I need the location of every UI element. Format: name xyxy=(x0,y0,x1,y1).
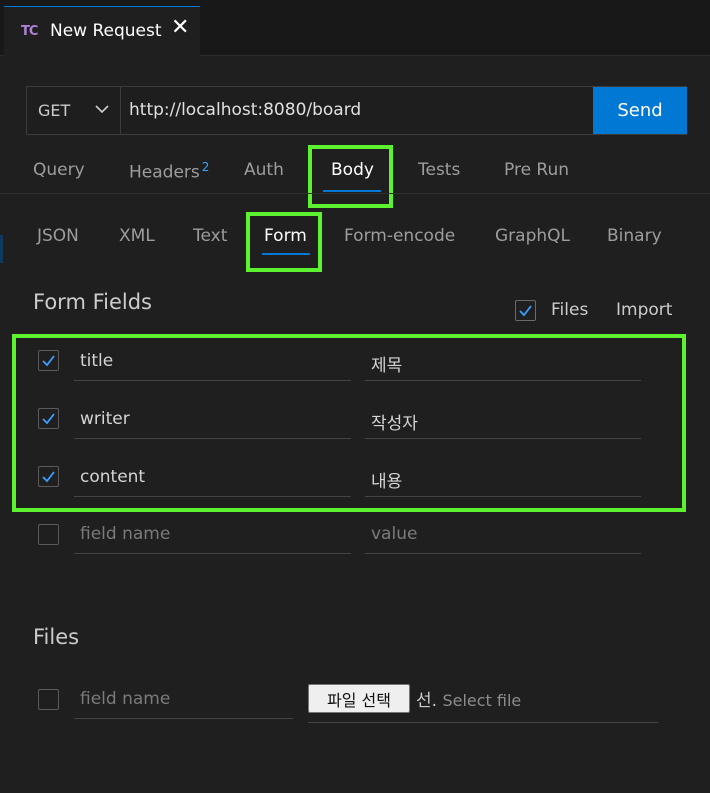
file-row-checkbox[interactable] xyxy=(38,689,59,710)
form-rows-highlight xyxy=(12,334,686,512)
editor-tab-bar: TC New Request ✕ xyxy=(0,0,710,57)
tab-query[interactable]: Query xyxy=(33,160,85,180)
body-tab-highlight xyxy=(308,145,393,208)
gutter-marker xyxy=(0,235,3,263)
thunder-client-icon: TC xyxy=(21,24,38,39)
tab-auth[interactable]: Auth xyxy=(244,160,284,180)
request-tab[interactable]: TC New Request ✕ xyxy=(4,6,200,57)
nav-divider xyxy=(0,193,710,194)
headers-count-badge: 2 xyxy=(201,160,210,174)
chevron-down-icon xyxy=(95,105,109,114)
import-link[interactable]: Import xyxy=(616,300,672,320)
files-section-title: Files xyxy=(33,625,80,649)
files-toggle-label: Files xyxy=(551,300,589,320)
url-input[interactable]: http://localhost:8080/board xyxy=(129,100,361,120)
tab-pre-run[interactable]: Pre Run xyxy=(504,160,569,180)
file-suffix: 선. xyxy=(416,691,438,711)
new-field-name-input[interactable]: field name xyxy=(74,516,351,554)
send-button[interactable]: Send xyxy=(593,87,687,134)
form-fields-title: Form Fields xyxy=(33,290,152,314)
check-icon xyxy=(519,305,532,317)
form-tab-highlight xyxy=(246,212,322,272)
method-select[interactable]: GET xyxy=(27,87,121,134)
close-icon[interactable]: ✕ xyxy=(171,17,189,39)
tab-headers-label: Headers xyxy=(129,162,200,183)
new-row-checkbox[interactable] xyxy=(38,524,59,545)
tab-title: New Request xyxy=(50,21,162,41)
tab-binary[interactable]: Binary xyxy=(607,226,662,246)
tab-json[interactable]: JSON xyxy=(37,226,79,246)
select-file-placeholder: Select file xyxy=(442,691,522,710)
method-label: GET xyxy=(38,101,71,120)
tab-headers[interactable]: Headers 2 xyxy=(129,160,209,183)
tab-text[interactable]: Text xyxy=(193,226,227,246)
url-bar: GET http://localhost:8080/board Send xyxy=(26,86,687,135)
tab-tests[interactable]: Tests xyxy=(418,160,460,180)
files-toggle-checkbox[interactable] xyxy=(515,300,536,321)
file-select-text: 선. Select file xyxy=(416,686,521,711)
tab-form-encode[interactable]: Form-encode xyxy=(344,226,455,246)
choose-file-button[interactable]: 파일 선택 xyxy=(308,684,410,713)
new-field-value-input[interactable]: value xyxy=(365,516,641,554)
file-field-name-input[interactable]: field name xyxy=(74,681,293,719)
tab-xml[interactable]: XML xyxy=(119,226,155,246)
file-input-underline xyxy=(308,722,658,723)
tab-graphql[interactable]: GraphQL xyxy=(495,226,570,246)
